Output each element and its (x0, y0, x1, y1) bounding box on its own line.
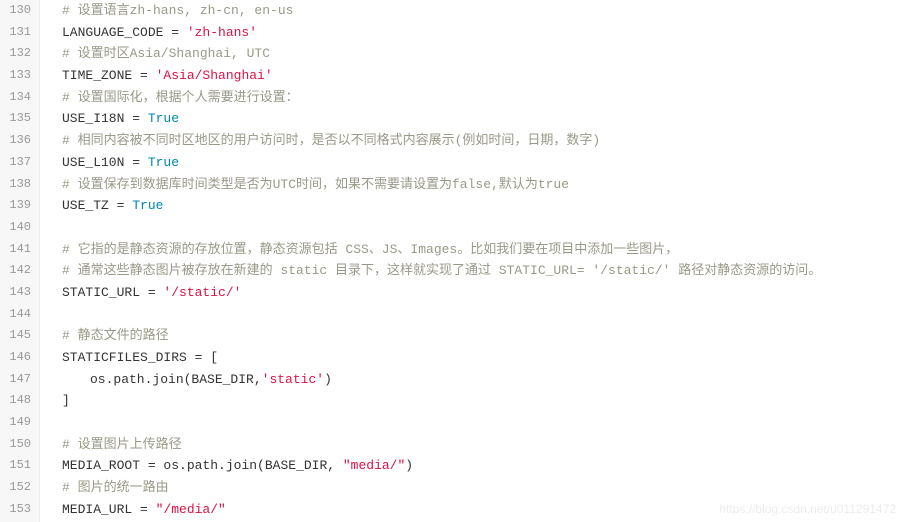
line-number: 143 (4, 282, 31, 304)
operator: = (140, 285, 163, 300)
identifier: MEDIA_URL (62, 502, 132, 517)
line-number: 134 (4, 87, 31, 109)
line-number: 151 (4, 455, 31, 477)
string-literal: '/static/' (163, 285, 241, 300)
line-number: 145 (4, 325, 31, 347)
code-line[interactable]: MEDIA_URL = "/media/" (62, 499, 906, 521)
string-literal: "media/" (343, 458, 405, 473)
comment: # 静态文件的路径 (62, 328, 169, 343)
comment: # 设置保存到数据库时间类型是否为UTC时间，如果不需要请设置为false,默认… (62, 177, 569, 192)
comment: # 设置图片上传路径 (62, 437, 182, 452)
line-number: 149 (4, 412, 31, 434)
line-number: 148 (4, 390, 31, 412)
code-line[interactable]: # 设置保存到数据库时间类型是否为UTC时间，如果不需要请设置为false,默认… (62, 174, 906, 196)
keyword: True (148, 111, 179, 126)
code-area[interactable]: # 设置语言zh-hans, zh-cn, en-us LANGUAGE_CODE… (40, 0, 906, 522)
string-literal: 'Asia/Shanghai' (156, 68, 273, 83)
identifier: STATIC_URL (62, 285, 140, 300)
line-number: 138 (4, 174, 31, 196)
operator: = (124, 155, 147, 170)
code-line[interactable]: # 静态文件的路径 (62, 325, 906, 347)
code-line[interactable]: STATICFILES_DIRS = [ (62, 347, 906, 369)
comment: # 设置语言zh-hans, zh-cn, en-us (62, 3, 293, 18)
line-number: 147 (4, 369, 31, 391)
line-number: 132 (4, 43, 31, 65)
operator: ) (405, 458, 413, 473)
plain-text: ] (62, 393, 70, 408)
line-number: 144 (4, 304, 31, 326)
code-line[interactable]: # 设置国际化，根据个人需要进行设置： (62, 87, 906, 109)
line-number: 142 (4, 260, 31, 282)
line-number: 141 (4, 239, 31, 261)
operator: = os.path.join(BASE_DIR, (140, 458, 343, 473)
operator: = (124, 111, 147, 126)
line-number: 146 (4, 347, 31, 369)
comment: # 它指的是静态资源的存放位置，静态资源包括 CSS、JS、Images。比如我… (62, 242, 678, 257)
code-line[interactable]: # 相同内容被不同时区地区的用户访问时，是否以不同格式内容展示(例如时间，日期，… (62, 130, 906, 152)
identifier: LANGUAGE_CODE (62, 25, 163, 40)
operator: = (109, 198, 132, 213)
code-line[interactable]: USE_I18N = True (62, 108, 906, 130)
line-number: 135 (4, 108, 31, 130)
line-number: 133 (4, 65, 31, 87)
operator: = (132, 68, 155, 83)
identifier: MEDIA_ROOT (62, 458, 140, 473)
code-line[interactable] (62, 217, 906, 239)
code-line[interactable]: LANGUAGE_CODE = 'zh-hans' (62, 22, 906, 44)
operator: ) (324, 372, 332, 387)
identifier: TIME_ZONE (62, 68, 132, 83)
line-number-gutter: 1301311321331341351361371381391401411421… (0, 0, 40, 522)
line-number: 152 (4, 477, 31, 499)
identifier: USE_L10N (62, 155, 124, 170)
string-literal: 'static' (262, 372, 324, 387)
code-line[interactable]: ] (62, 390, 906, 412)
line-number: 136 (4, 130, 31, 152)
comment: # 通常这些静态图片被存放在新建的 static 目录下，这样就实现了通过 ST… (62, 263, 821, 278)
operator: = (132, 502, 155, 517)
code-line[interactable]: os.path.join(BASE_DIR,'static') (62, 369, 906, 391)
code-line[interactable]: USE_TZ = True (62, 195, 906, 217)
operator: = (163, 25, 186, 40)
comment: # 相同内容被不同时区地区的用户访问时，是否以不同格式内容展示(例如时间，日期，… (62, 133, 600, 148)
comment: # 图片的统一路由 (62, 480, 169, 495)
code-line[interactable]: # 设置时区Asia/Shanghai, UTC (62, 43, 906, 65)
comment: # 设置时区Asia/Shanghai, UTC (62, 46, 270, 61)
identifier: STATICFILES_DIRS (62, 350, 187, 365)
line-number: 153 (4, 499, 31, 521)
code-line[interactable]: # 它指的是静态资源的存放位置，静态资源包括 CSS、JS、Images。比如我… (62, 239, 906, 261)
identifier: USE_TZ (62, 198, 109, 213)
code-editor[interactable]: 1301311321331341351361371381391401411421… (0, 0, 906, 522)
identifier: USE_I18N (62, 111, 124, 126)
code-line[interactable]: # 设置语言zh-hans, zh-cn, en-us (62, 0, 906, 22)
line-number: 137 (4, 152, 31, 174)
code-line[interactable] (62, 412, 906, 434)
code-line[interactable] (62, 304, 906, 326)
call: os.path.join(BASE_DIR, (90, 372, 262, 387)
comment: # 设置国际化，根据个人需要进行设置： (62, 90, 299, 105)
code-line[interactable]: # 图片的统一路由 (62, 477, 906, 499)
line-number: 131 (4, 22, 31, 44)
line-number: 130 (4, 0, 31, 22)
code-line[interactable]: USE_L10N = True (62, 152, 906, 174)
code-line[interactable]: TIME_ZONE = 'Asia/Shanghai' (62, 65, 906, 87)
line-number: 150 (4, 434, 31, 456)
line-number: 139 (4, 195, 31, 217)
operator: = [ (187, 350, 218, 365)
keyword: True (132, 198, 163, 213)
line-number: 140 (4, 217, 31, 239)
keyword: True (148, 155, 179, 170)
code-line[interactable]: STATIC_URL = '/static/' (62, 282, 906, 304)
string-literal: "/media/" (156, 502, 226, 517)
code-line[interactable]: # 设置图片上传路径 (62, 434, 906, 456)
code-line[interactable]: MEDIA_ROOT = os.path.join(BASE_DIR, "med… (62, 455, 906, 477)
string-literal: 'zh-hans' (187, 25, 257, 40)
code-line[interactable]: # 通常这些静态图片被存放在新建的 static 目录下，这样就实现了通过 ST… (62, 260, 906, 282)
